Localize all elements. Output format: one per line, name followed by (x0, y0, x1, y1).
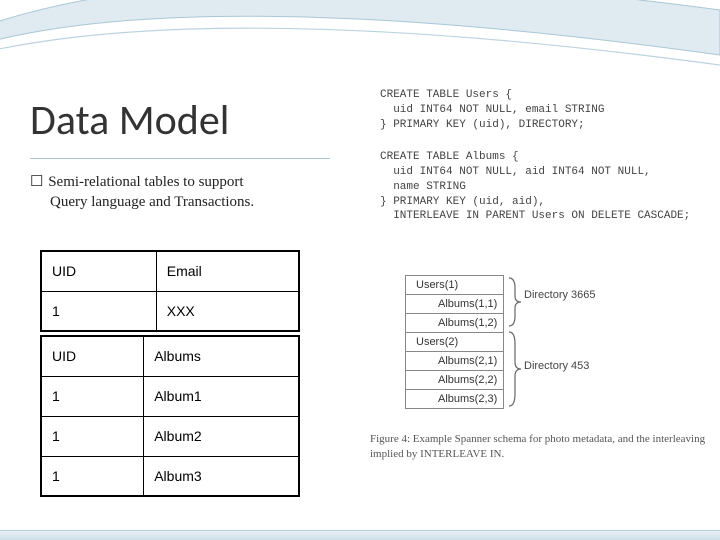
directory-label-1: Directory 3665 (524, 289, 596, 301)
users-table-wrap: UID Email 1 XXX (40, 250, 300, 332)
table-row: 1Album2 (41, 416, 299, 456)
col-uid: UID (41, 336, 144, 376)
col-email: Email (156, 251, 299, 291)
decorative-swoosh (0, 0, 720, 100)
col-albums: Albums (144, 336, 299, 376)
table-row: Albums(1,1) (406, 295, 504, 314)
col-uid: UID (41, 251, 156, 291)
brace-icon (507, 330, 523, 408)
table-row: Users(2) (406, 333, 504, 352)
albums-table: UID Albums 1Album1 1Album2 1Album3 (40, 335, 300, 497)
table-row: Albums(2,3) (406, 390, 504, 409)
directory-label-2: Directory 453 (524, 360, 589, 372)
table-row: Albums(2,2) (406, 371, 504, 390)
table-row: UID Email (41, 251, 299, 291)
users-table: UID Email 1 XXX (40, 250, 300, 332)
figure-caption: Figure 4: Example Spanner schema for pho… (370, 432, 710, 462)
bullet-line2: Query language and Transactions. (50, 192, 254, 212)
albums-table-wrap: UID Albums 1Album1 1Album2 1Album3 (40, 335, 300, 497)
bullet-line1: Semi-relational tables to support (48, 174, 243, 190)
table-row: 1Album3 (41, 456, 299, 496)
table-row: Albums(2,1) (406, 352, 504, 371)
bullet-text: ☐ Semi-relational tables to support Quer… (30, 172, 254, 213)
footer-decoration (0, 530, 720, 540)
slide-title: Data Model (30, 95, 229, 146)
table-row: UID Albums (41, 336, 299, 376)
bullet-square-icon: ☐ (30, 173, 42, 190)
title-underline (30, 158, 330, 159)
table-row: 1Album1 (41, 376, 299, 416)
interleave-structure-table: Users(1) Albums(1,1) Albums(1,2) Users(2… (405, 275, 504, 409)
table-row: Users(1) (406, 276, 504, 295)
table-row: 1 XXX (41, 291, 299, 331)
sql-create-users: CREATE TABLE Users { uid INT64 NOT NULL,… (380, 88, 604, 133)
sql-create-albums: CREATE TABLE Albums { uid INT64 NOT NULL… (380, 150, 690, 224)
brace-icon (507, 276, 523, 328)
table-row: Albums(1,2) (406, 314, 504, 333)
